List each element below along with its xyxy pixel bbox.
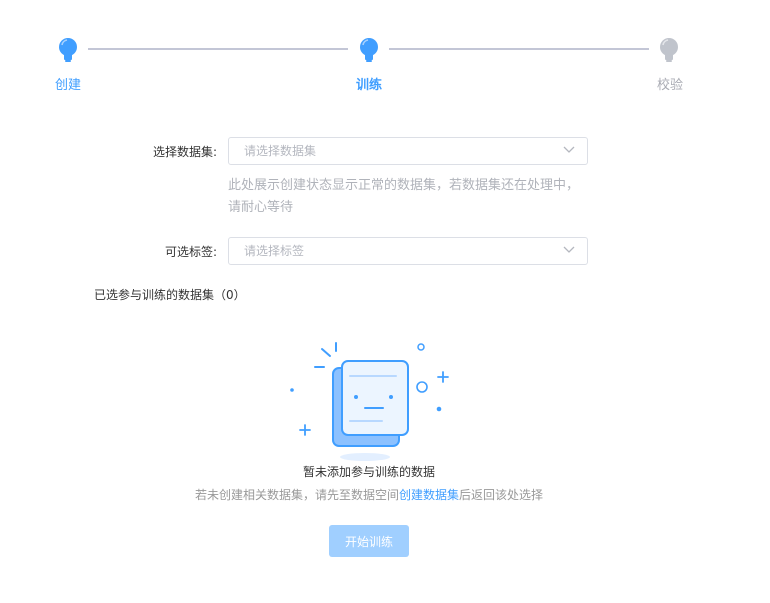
- selected-datasets-title: 已选参与训练的数据集（0）: [94, 288, 246, 302]
- bulb-icon: [660, 38, 678, 62]
- bulb-icon: [59, 38, 77, 62]
- empty-desc-text: 若未创建相关数据集，请先至数据空间: [194, 488, 399, 502]
- step-connector-2: [389, 48, 649, 50]
- tags-label: 可选标签:: [164, 245, 217, 259]
- dataset-select-placeholder: 请选择数据集: [244, 144, 317, 158]
- empty-document-icon: [290, 342, 449, 461]
- tags-select-placeholder: 请选择标签: [244, 244, 305, 258]
- create-dataset-link[interactable]: 创建数据集: [399, 488, 459, 502]
- dataset-hint: 此处展示创建状态显示正常的数据集，若数据集还在处理中，请耐心等待: [228, 178, 580, 215]
- step-create-label[interactable]: 创建: [55, 74, 81, 93]
- tags-select[interactable]: 请选择标签: [228, 237, 588, 265]
- step-validate-label[interactable]: 校验: [657, 74, 683, 93]
- chevron-down-icon: [563, 246, 575, 253]
- step-train-label[interactable]: 训练: [356, 74, 382, 93]
- step-connector-1: [88, 48, 348, 50]
- empty-title: 暂未添加参与训练的数据: [302, 465, 435, 479]
- empty-desc-text-after: 后返回该处选择: [459, 488, 544, 502]
- step-progress: 创建 训练 校验: [0, 0, 770, 100]
- dataset-select[interactable]: 请选择数据集: [228, 137, 588, 165]
- dataset-label: 选择数据集:: [152, 145, 217, 159]
- empty-description: 若未创建相关数据集，请先至数据空间创建数据集后返回该处选择: [0, 486, 738, 503]
- chevron-down-icon: [563, 146, 575, 153]
- start-training-button[interactable]: 开始训练: [329, 525, 409, 557]
- bulb-icon: [360, 38, 378, 62]
